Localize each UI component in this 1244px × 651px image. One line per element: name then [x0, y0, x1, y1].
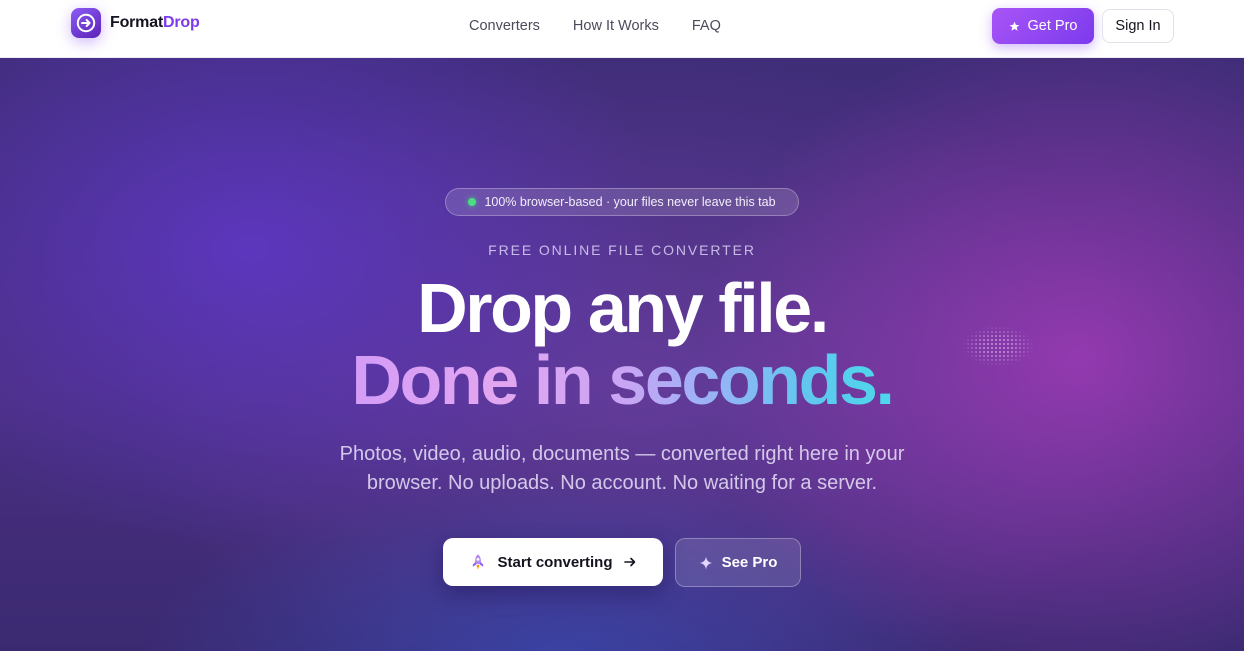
- headline-line1: Drop any file.: [417, 269, 829, 347]
- sparkle-icon: [699, 556, 713, 570]
- brand-name-part2: Drop: [163, 14, 200, 31]
- status-dot-icon: [468, 198, 477, 206]
- nav-link-converters[interactable]: Converters: [469, 18, 540, 34]
- brand-home-link[interactable]: FormatDrop: [71, 8, 200, 38]
- hero-eyebrow: FREE ONLINE FILE CONVERTER: [488, 242, 756, 258]
- get-pro-label: Get Pro: [1027, 18, 1078, 34]
- nav-link-how-it-works[interactable]: How It Works: [573, 18, 659, 34]
- brand-name-part1: Format: [110, 14, 164, 31]
- start-converting-button[interactable]: Start converting: [443, 538, 663, 586]
- hero-headline: Drop any file. Done in seconds.: [0, 272, 1244, 416]
- headline-period: .: [875, 341, 895, 419]
- arrow-right-icon: [623, 555, 637, 569]
- see-pro-label: See Pro: [721, 554, 778, 571]
- top-nav: FormatDrop Converters How It Works FAQ G…: [0, 0, 1244, 58]
- hero-subtitle-line1: Photos, video, audio, documents — conver…: [339, 443, 905, 465]
- start-converting-label: Start converting: [497, 553, 613, 571]
- star-icon: [1009, 21, 1020, 32]
- nav-links: Converters How It Works FAQ: [469, 0, 721, 52]
- see-pro-button[interactable]: See Pro: [675, 538, 801, 587]
- nav-link-faq[interactable]: FAQ: [692, 18, 721, 34]
- hero-section: 100% browser-based · your files never le…: [0, 58, 1244, 651]
- sign-in-button[interactable]: Sign In: [1102, 9, 1174, 43]
- hero-subtitle-line2: browser. No uploads. No account. No wait…: [366, 472, 878, 494]
- privacy-badge: 100% browser-based · your files never le…: [445, 188, 799, 216]
- get-pro-button[interactable]: Get Pro: [992, 8, 1094, 44]
- privacy-badge-text: 100% browser-based · your files never le…: [484, 195, 776, 209]
- headline-line2: Done in seconds.: [0, 344, 1244, 416]
- headline-gradient-text: Done in seconds: [351, 341, 878, 419]
- hero-subtitle: Photos, video, audio, documents — conver…: [0, 440, 1244, 498]
- brand-logo-icon: [71, 8, 101, 38]
- brand-name: FormatDrop: [110, 14, 200, 32]
- rocket-icon: [469, 553, 487, 571]
